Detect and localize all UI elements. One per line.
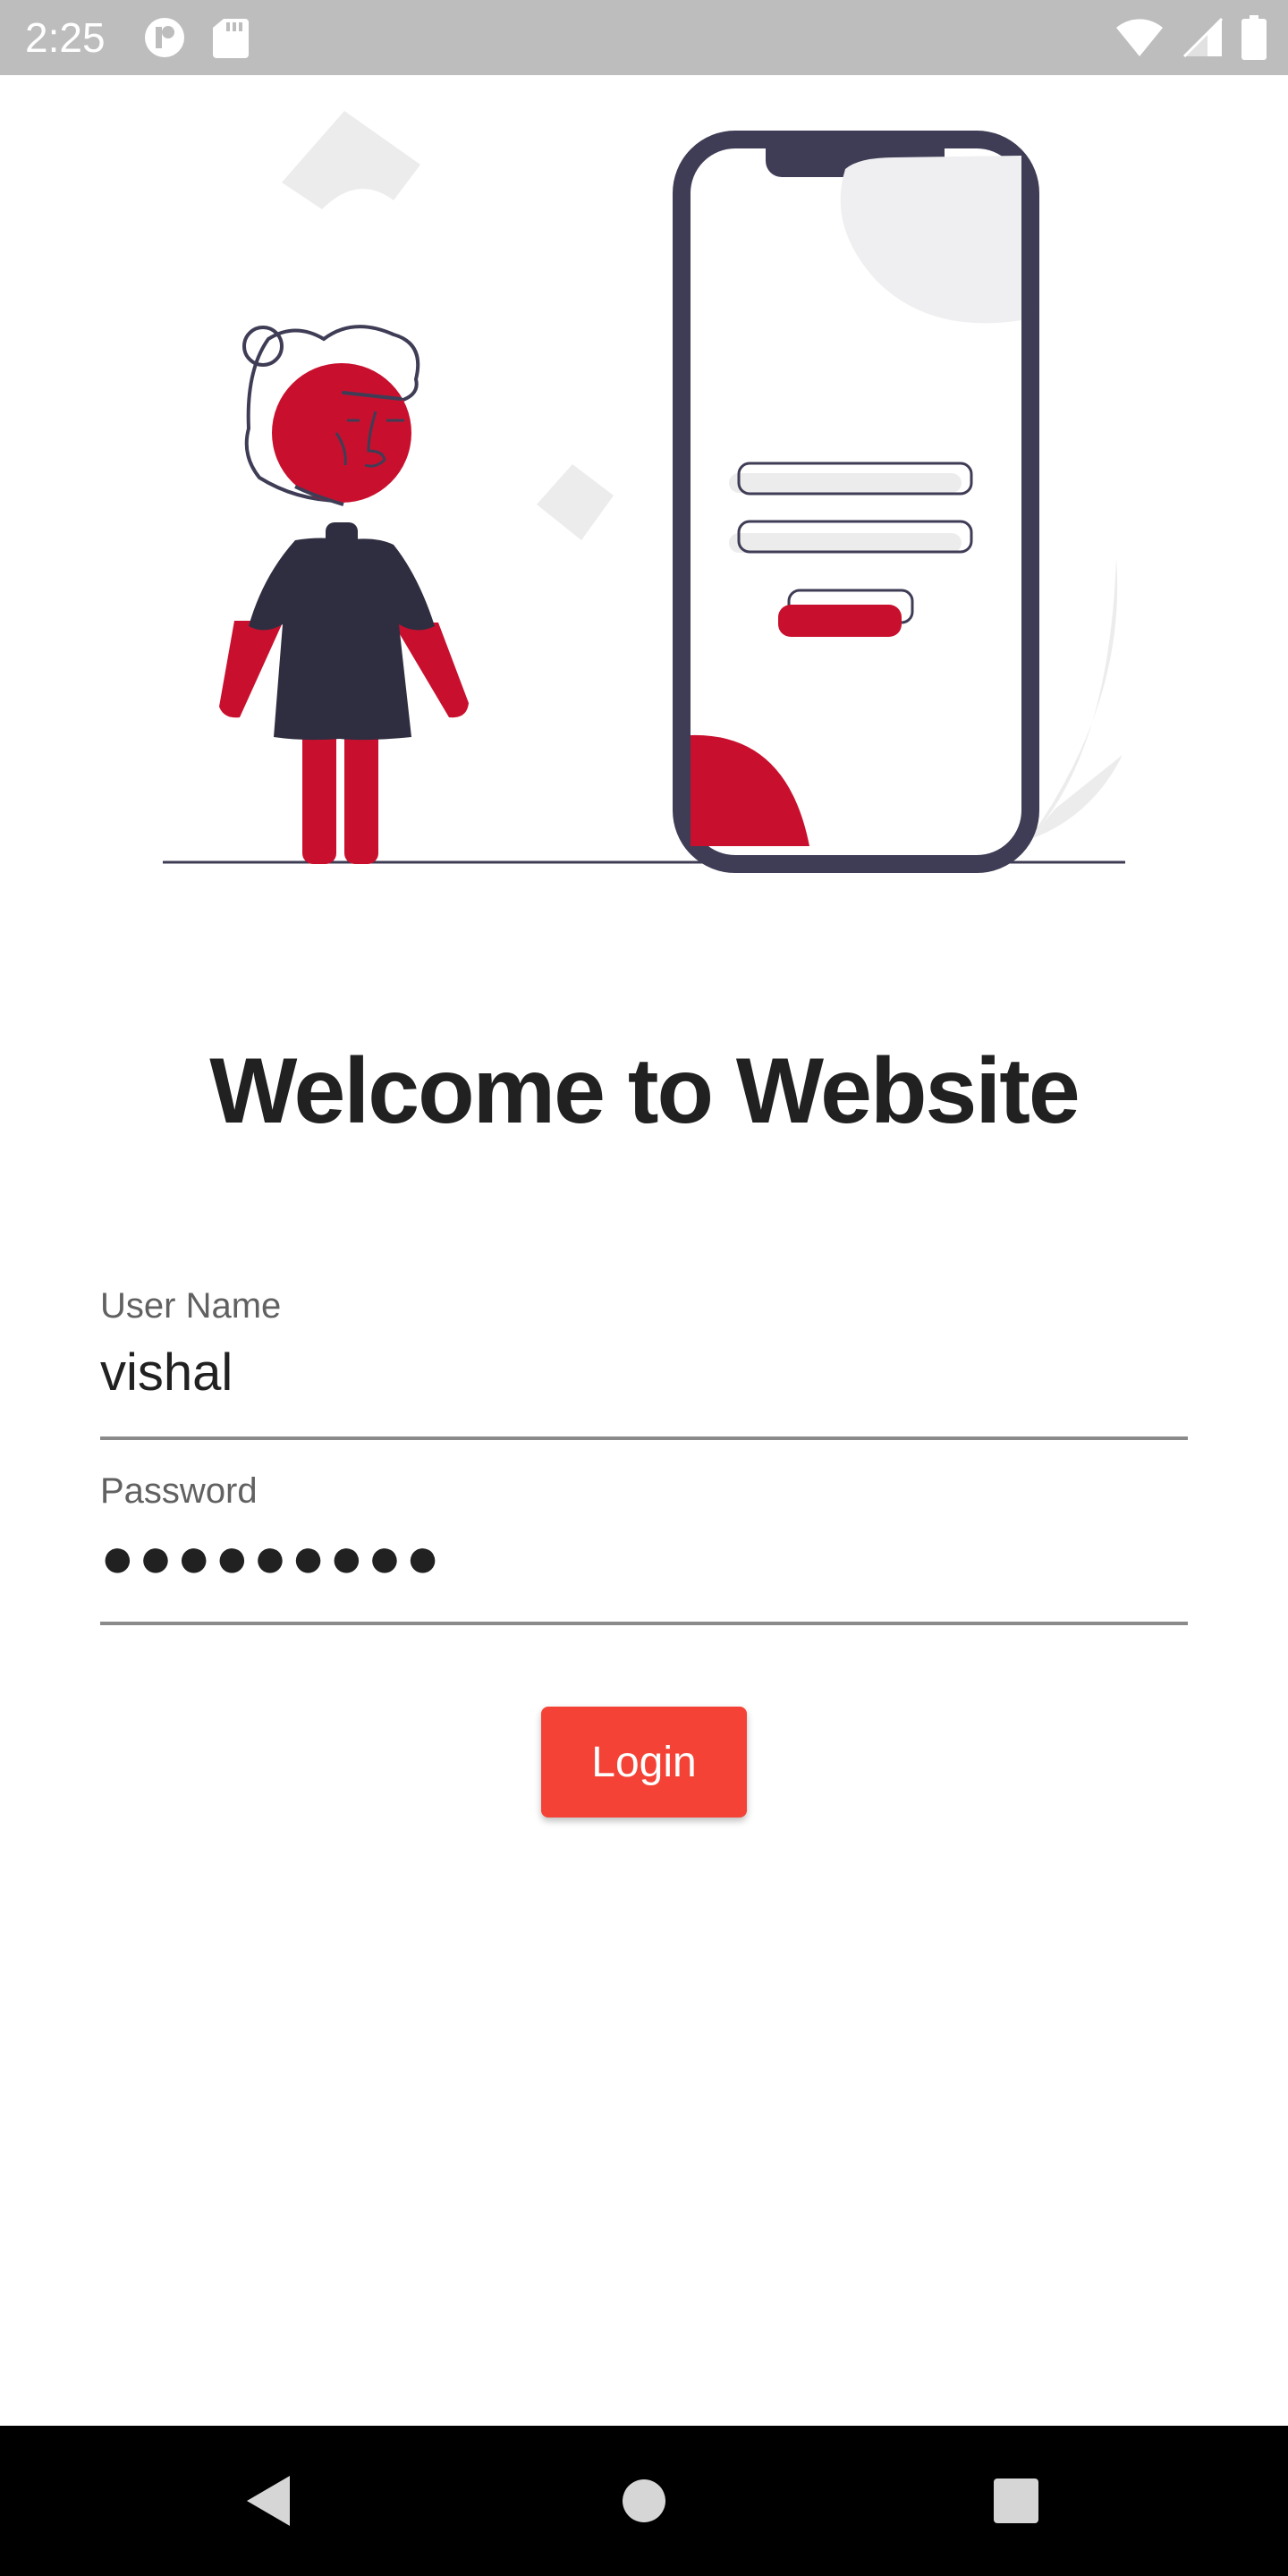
- navigation-bar: [0, 2426, 1288, 2576]
- back-button[interactable]: [224, 2456, 313, 2546]
- username-label: User Name: [100, 1286, 282, 1326]
- page-title: Welcome to Website: [209, 1039, 1080, 1143]
- recents-button[interactable]: [971, 2456, 1061, 2546]
- cell-signal-icon: [1182, 17, 1224, 58]
- wifi-icon: [1116, 19, 1163, 56]
- home-button[interactable]: [599, 2456, 689, 2546]
- username-field[interactable]: User Name: [100, 1279, 1188, 1440]
- password-label: Password: [100, 1471, 258, 1511]
- status-time: 2:25: [25, 14, 106, 61]
- login-button[interactable]: Login: [541, 1707, 747, 1818]
- sd-card-icon: [213, 19, 249, 58]
- home-icon: [623, 2479, 665, 2522]
- back-icon: [247, 2476, 290, 2526]
- battery-icon: [1241, 15, 1267, 60]
- recents-icon: [994, 2479, 1038, 2523]
- username-underline: [100, 1436, 1188, 1440]
- status-left-icons: [143, 16, 249, 59]
- status-bar: 2:25: [0, 0, 1288, 75]
- username-input[interactable]: [100, 1338, 1188, 1406]
- app-notification-icon: [145, 18, 184, 57]
- login-illustration: [163, 111, 1125, 873]
- password-input[interactable]: ●●●●●●●●●: [100, 1523, 444, 1591]
- status-right-icons: [1114, 14, 1267, 61]
- password-underline: [100, 1622, 1188, 1625]
- password-field[interactable]: Password ●●●●●●●●●: [100, 1464, 1188, 1625]
